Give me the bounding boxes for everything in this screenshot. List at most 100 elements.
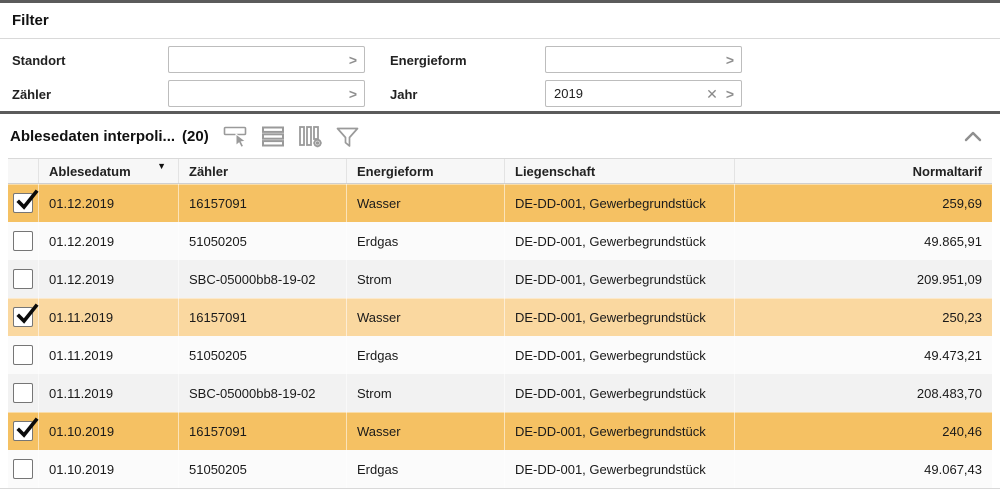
row-checkbox-cell xyxy=(8,450,38,488)
cell-ablesedatum: 01.12.2019 xyxy=(38,260,178,298)
cell-ablesedatum: 01.10.2019 xyxy=(38,450,178,488)
filter-panel-title: Filter xyxy=(12,12,49,29)
table-row[interactable]: 01.10.2019 51050205 Erdgas DE-DD-001, Ge… xyxy=(8,450,992,488)
row-checkbox[interactable] xyxy=(13,459,33,479)
cell-energieform: Strom xyxy=(346,374,504,412)
cell-liegenschaft: DE-DD-001, Gewerbegrundstück xyxy=(504,298,734,336)
cell-zaehler: 51050205 xyxy=(178,450,346,488)
cell-zaehler: 51050205 xyxy=(178,222,346,260)
row-checkbox-cell xyxy=(8,336,38,374)
table-header-row: Ablesedatum ▼ Zähler Energieform Liegens… xyxy=(8,158,992,184)
standort-label: Standort xyxy=(12,52,66,68)
cell-liegenschaft: DE-DD-001, Gewerbegrundstück xyxy=(504,450,734,488)
zaehler-label: Zähler xyxy=(12,86,52,102)
cell-normaltarif: 208.483,70 xyxy=(734,374,992,412)
table-row[interactable]: 01.12.2019 51050205 Erdgas DE-DD-001, Ge… xyxy=(8,222,992,260)
cell-energieform: Wasser xyxy=(346,184,504,222)
cell-normaltarif: 209.951,09 xyxy=(734,260,992,298)
standort-field[interactable]: > xyxy=(168,46,365,73)
table-panel-title: Ablesedaten interpoli... xyxy=(10,127,176,145)
cell-normaltarif: 49.067,43 xyxy=(734,450,992,488)
zaehler-field[interactable]: > xyxy=(168,80,365,107)
jahr-value-help-icon[interactable]: > xyxy=(726,87,734,101)
row-checkbox-cell xyxy=(8,260,38,298)
zaehler-value-help-icon[interactable]: > xyxy=(349,87,357,101)
row-checkbox-cell xyxy=(8,184,39,222)
row-checkbox[interactable] xyxy=(13,189,39,213)
standort-value-help-icon[interactable]: > xyxy=(349,53,357,67)
cell-zaehler: 16157091 xyxy=(178,298,346,336)
cell-liegenschaft: DE-DD-001, Gewerbegrundstück xyxy=(504,412,734,450)
row-checkbox[interactable] xyxy=(13,269,33,289)
row-checkbox[interactable] xyxy=(13,417,39,441)
energieform-field[interactable]: > xyxy=(545,46,742,73)
column-settings-icon[interactable] xyxy=(297,123,325,149)
row-checkbox-cell xyxy=(8,412,39,450)
jahr-clear-icon[interactable]: ✕ xyxy=(706,87,718,101)
cell-energieform: Erdgas xyxy=(346,450,504,488)
energieform-label: Energieform xyxy=(390,52,467,68)
row-checkbox-cell xyxy=(8,298,39,336)
filter-panel: Filter Standort > Energieform > Zähler >… xyxy=(0,0,1000,111)
row-checkbox[interactable] xyxy=(13,303,39,327)
row-checkbox[interactable] xyxy=(13,231,33,251)
cell-zaehler: SBC-05000bb8-19-02 xyxy=(178,374,346,412)
row-checkbox-cell xyxy=(8,374,38,412)
column-header-energieform[interactable]: Energieform xyxy=(346,159,504,183)
column-header-zaehler[interactable]: Zähler xyxy=(178,159,346,183)
energieform-input[interactable] xyxy=(554,52,718,67)
cell-liegenschaft: DE-DD-001, Gewerbegrundstück xyxy=(504,336,734,374)
table-row[interactable]: 01.11.2019 SBC-05000bb8-19-02 Strom DE-D… xyxy=(8,374,992,412)
select-all-header xyxy=(8,159,38,183)
cell-energieform: Wasser xyxy=(346,298,504,336)
chevron-up-icon[interactable] xyxy=(962,128,984,144)
select-rows-icon[interactable] xyxy=(223,123,251,149)
table-row[interactable]: 01.12.2019 SBC-05000bb8-19-02 Strom DE-D… xyxy=(8,260,992,298)
cell-zaehler: 16157091 xyxy=(178,184,346,222)
table-body: 01.12.2019 16157091 Wasser DE-DD-001, Ge… xyxy=(8,184,992,488)
cell-liegenschaft: DE-DD-001, Gewerbegrundstück xyxy=(504,222,734,260)
cell-ablesedatum: 01.11.2019 xyxy=(38,298,178,336)
cell-ablesedatum: 01.12.2019 xyxy=(38,222,178,260)
cell-ablesedatum: 01.11.2019 xyxy=(38,336,178,374)
table-panel: Ablesedaten interpoli... (20) Ablesedatu… xyxy=(0,111,1000,489)
zaehler-input[interactable] xyxy=(177,86,341,101)
cell-energieform: Wasser xyxy=(346,412,504,450)
table-toolbar xyxy=(223,123,362,149)
cell-energieform: Strom xyxy=(346,260,504,298)
rows-icon[interactable] xyxy=(260,123,288,149)
cell-zaehler: SBC-05000bb8-19-02 xyxy=(178,260,346,298)
row-checkbox[interactable] xyxy=(13,383,33,403)
cell-normaltarif: 49.865,91 xyxy=(734,222,992,260)
energieform-value-help-icon[interactable]: > xyxy=(726,53,734,67)
cell-ablesedatum: 01.12.2019 xyxy=(38,184,178,222)
cell-energieform: Erdgas xyxy=(346,336,504,374)
cell-ablesedatum: 01.11.2019 xyxy=(38,374,178,412)
table-row[interactable]: 01.10.2019 16157091 Wasser DE-DD-001, Ge… xyxy=(8,412,992,450)
jahr-field[interactable]: ✕ > xyxy=(545,80,742,107)
row-checkbox-cell xyxy=(8,222,38,260)
cell-liegenschaft: DE-DD-001, Gewerbegrundstück xyxy=(504,260,734,298)
filter-funnel-icon[interactable] xyxy=(334,123,362,149)
table-panel-header: Ablesedaten interpoli... (20) xyxy=(0,114,1000,158)
table-row[interactable]: 01.12.2019 16157091 Wasser DE-DD-001, Ge… xyxy=(8,184,992,222)
standort-input[interactable] xyxy=(177,52,341,67)
table-row[interactable]: 01.11.2019 51050205 Erdgas DE-DD-001, Ge… xyxy=(8,336,992,374)
cell-zaehler: 51050205 xyxy=(178,336,346,374)
cell-liegenschaft: DE-DD-001, Gewerbegrundstück xyxy=(504,374,734,412)
column-header-liegenschaft[interactable]: Liegenschaft xyxy=(504,159,734,183)
jahr-label: Jahr xyxy=(390,86,418,102)
cell-normaltarif: 250,23 xyxy=(734,298,992,336)
cell-liegenschaft: DE-DD-001, Gewerbegrundstück xyxy=(504,184,734,222)
jahr-input[interactable] xyxy=(554,86,699,101)
column-header-normaltarif[interactable]: Normaltarif xyxy=(734,159,992,183)
table-row-count: (20) xyxy=(182,127,209,145)
row-checkbox[interactable] xyxy=(13,345,33,365)
readings-table: Ablesedatum ▼ Zähler Energieform Liegens… xyxy=(0,158,1000,489)
cell-energieform: Erdgas xyxy=(346,222,504,260)
cell-normaltarif: 240,46 xyxy=(734,412,992,450)
cell-normaltarif: 49.473,21 xyxy=(734,336,992,374)
table-row[interactable]: 01.11.2019 16157091 Wasser DE-DD-001, Ge… xyxy=(8,298,992,336)
cell-normaltarif: 259,69 xyxy=(734,184,992,222)
column-header-ablesedatum[interactable]: Ablesedatum ▼ xyxy=(38,159,178,183)
